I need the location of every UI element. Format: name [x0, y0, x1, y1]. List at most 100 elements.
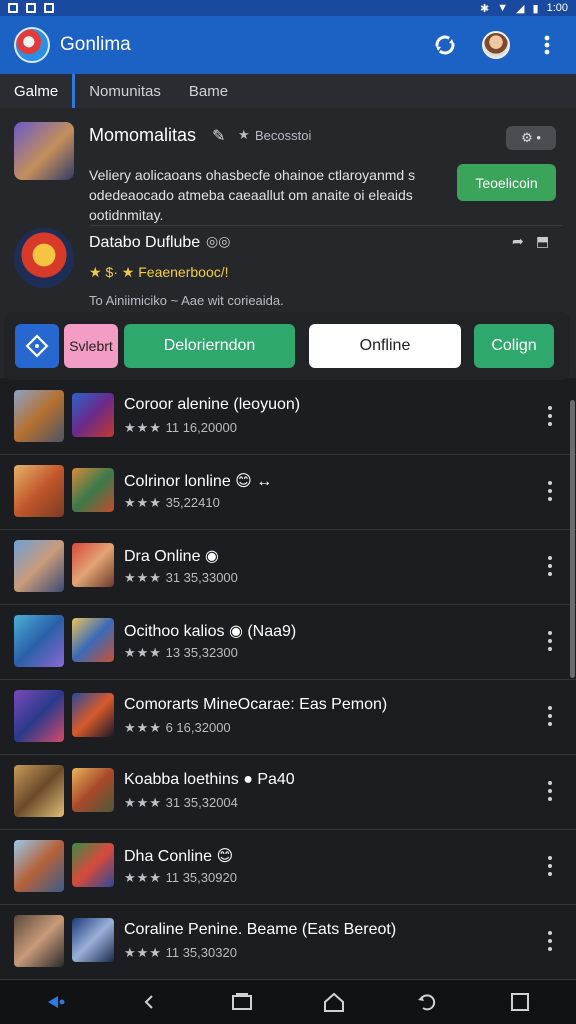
game-meta: ★★★ 11 35,30920 [124, 870, 237, 886]
badge-icon: ◎◎ [206, 233, 231, 249]
overflow-menu-icon[interactable] [532, 30, 562, 60]
clock-text: 1:00 [546, 2, 568, 14]
tab-bame[interactable]: Bame [175, 74, 242, 108]
chip-onfline[interactable]: Onfline [309, 324, 461, 368]
featured-game-thumbnail[interactable] [14, 122, 74, 180]
game-title: Colrinor lonline 😊 ↔ [124, 473, 273, 490]
game-row[interactable]: Koabba loethins ● Pa40 ★★★ 31 35,32004 [0, 755, 576, 830]
more-options-icon[interactable] [546, 856, 554, 876]
star-icon: ★ [238, 127, 250, 142]
game-rating-text: 31 35,33000 [165, 570, 238, 585]
sync-icon[interactable] [430, 30, 460, 60]
calendar-icon [44, 3, 54, 13]
game-meta: ★★★ 31 35,32004 [124, 795, 238, 811]
game-thumbnail-secondary [72, 468, 114, 512]
avatar[interactable] [482, 31, 510, 59]
game-thumbnail [14, 765, 64, 817]
tab-nomunitas[interactable]: Nomunitas [75, 74, 175, 108]
game-rating-text: 11 35,30920 [165, 870, 237, 885]
app-title: Gonlima [60, 34, 131, 55]
game-thumbnail [14, 840, 64, 892]
game-title: Dra Online ◉ [124, 548, 219, 565]
notification-icon [8, 3, 18, 13]
game-thumbnail-secondary [72, 843, 114, 887]
game-row[interactable]: Ocithoo kalios ◉ (Naa9) ★★★ 13 35,32300 [0, 605, 576, 680]
more-options-icon[interactable] [546, 931, 554, 951]
system-nav-bar [0, 980, 576, 1024]
more-options-icon[interactable] [546, 781, 554, 801]
second-featured-rating-line: ★ $· ★ Feaenerbooc/! [89, 264, 229, 281]
star-icon: ★★★ [124, 720, 162, 735]
featured-divider [90, 225, 562, 226]
bookmark-icon[interactable]: ⬒ [536, 233, 549, 250]
filter-chip-row: Svlebrt Delorierndon Onfline Colign [4, 312, 570, 380]
second-featured-subtitle: To Ainiimiciko ~ Aae wit corieaida. [89, 293, 284, 308]
game-meta: ★★★ 13 35,32300 [124, 645, 238, 661]
game-thumbnail-secondary [72, 393, 114, 437]
star-icon: ★★★ [124, 645, 162, 660]
game-thumbnail-secondary [72, 618, 114, 662]
tab-bar: Galme Nomunitas Bame [0, 74, 576, 108]
options-pill[interactable]: ⚙ • [506, 126, 556, 150]
game-thumbnail [14, 690, 64, 742]
game-thumbnail [14, 390, 64, 442]
recents-icon[interactable] [222, 982, 262, 1022]
more-options-icon[interactable] [546, 631, 554, 651]
game-title: Coroor alenine (leoyuon) [124, 396, 301, 413]
star-icon: ★★★ [124, 795, 162, 810]
chip-svlebrt[interactable]: Svlebrt [64, 324, 118, 368]
game-thumbnail [14, 540, 64, 592]
game-row[interactable]: Coroor alenine (leoyuon) ★★★ 11 16,20000 [0, 380, 576, 455]
second-featured-title[interactable]: Databo Duflube [89, 234, 200, 252]
chip-colign[interactable]: Colign [474, 324, 554, 368]
second-featured-thumbnail[interactable] [14, 228, 74, 288]
featured-description: Veliery aolicaoans ohasbecfe ohainoe ctl… [89, 167, 416, 223]
share-icon[interactable]: ➦ [512, 233, 524, 250]
leaf-icon: ✎ [212, 128, 226, 145]
star-icon: ★★★ [124, 495, 162, 510]
game-rating-text: 13 35,32300 [165, 645, 238, 660]
game-row[interactable]: Dra Online ◉ ★★★ 31 35,33000 [0, 530, 576, 605]
game-meta: ★★★ 35,22410 [124, 495, 220, 511]
game-thumbnail [14, 915, 64, 967]
rating-stars: ★ $· ★ [89, 264, 135, 280]
game-thumbnail [14, 615, 64, 667]
featured-action-button[interactable]: Teoelicoin [457, 164, 556, 201]
battery-icon: ▮ [532, 2, 539, 15]
app-bar: Gonlima [0, 16, 576, 74]
back-icon[interactable] [129, 982, 169, 1022]
game-thumbnail-secondary [72, 543, 114, 587]
chip-delorierndon[interactable]: Delorierndon [124, 324, 295, 368]
game-row[interactable]: Coraline Penine. Beame (Eats Bereot) ★★★… [0, 905, 576, 980]
featured-title[interactable]: Momomalitas [89, 125, 196, 146]
star-icon: ★★★ [124, 570, 162, 585]
status-bar: ✱ ▼ ◢ ▮ 1:00 [0, 0, 576, 16]
more-options-icon[interactable] [546, 406, 554, 426]
game-list: Coroor alenine (leoyuon) ★★★ 11 16,20000… [0, 380, 576, 980]
rotate-icon[interactable] [407, 982, 447, 1022]
wifi-icon: ▼ [497, 2, 509, 14]
game-title: Ocithoo kalios ◉ (Naa9) [124, 623, 297, 640]
game-meta: ★★★ 11 16,20000 [124, 420, 237, 436]
game-row[interactable]: Colrinor lonline 😊 ↔ ★★★ 35,22410 [0, 455, 576, 530]
game-row[interactable]: Dha Conline 😊 ★★★ 11 35,30920 [0, 830, 576, 905]
more-options-icon[interactable] [546, 556, 554, 576]
more-options-icon[interactable] [546, 706, 554, 726]
tab-galme[interactable]: Galme [0, 74, 76, 108]
more-options-icon[interactable] [546, 481, 554, 501]
game-rating-text: 11 35,30320 [165, 945, 237, 960]
game-meta: ★★★ 11 35,30320 [124, 945, 237, 961]
home-icon[interactable] [314, 982, 354, 1022]
filter-icon-button[interactable] [15, 324, 59, 368]
app-logo [14, 27, 50, 63]
game-meta: ★★★ 6 16,32000 [124, 720, 231, 736]
overview-icon[interactable] [500, 982, 540, 1022]
game-row[interactable]: Comorarts MineOcarae: Eas Pemon) ★★★ 6 1… [0, 680, 576, 755]
featured-meta: Becosstoi [255, 128, 312, 143]
game-thumbnail [14, 465, 64, 517]
assistant-icon[interactable] [36, 982, 76, 1022]
game-meta: ★★★ 31 35,33000 [124, 570, 238, 586]
star-icon: ★★★ [124, 420, 162, 435]
game-rating-text: 6 16,32000 [165, 720, 231, 735]
scrollbar[interactable] [570, 400, 575, 678]
